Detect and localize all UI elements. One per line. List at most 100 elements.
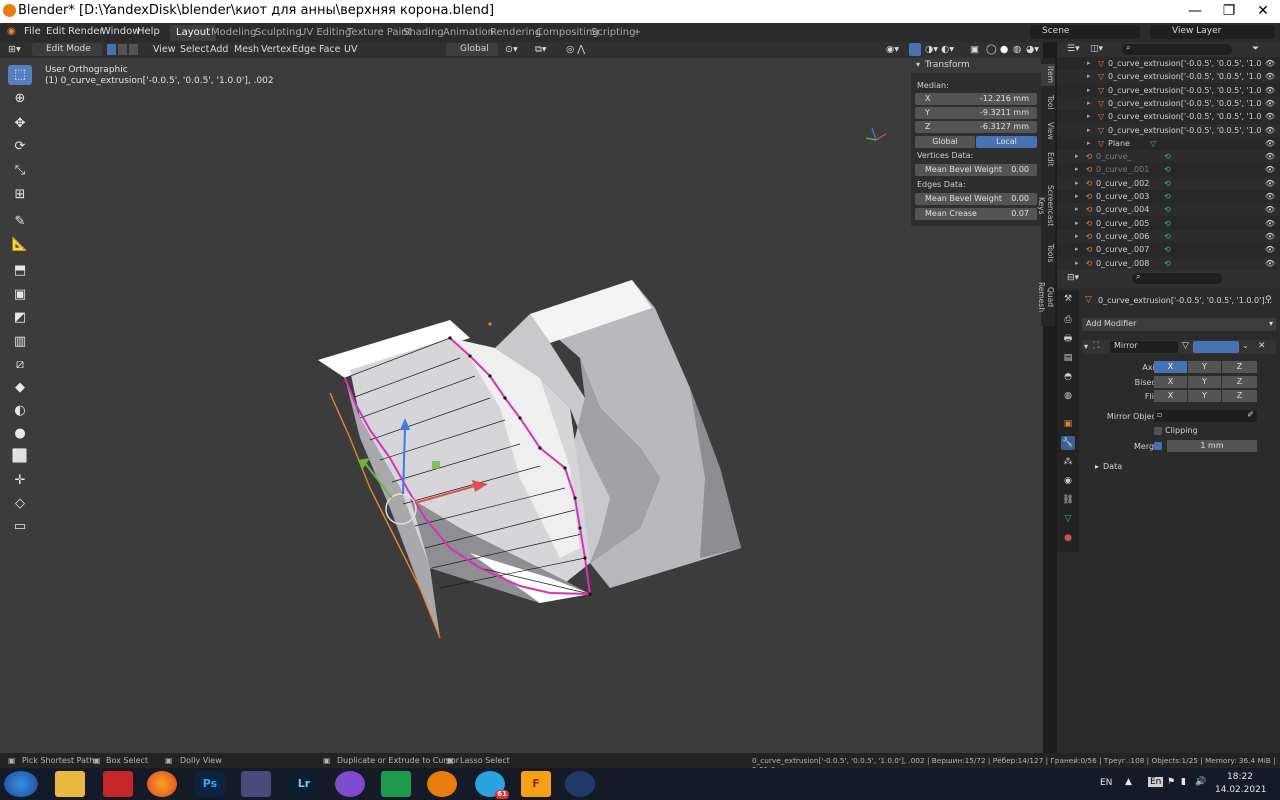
outliner-search-input[interactable]: ⌕ xyxy=(1122,43,1232,55)
view-layer-selector[interactable]: View Layer xyxy=(1150,25,1275,39)
app-swoosh-icon[interactable] xyxy=(565,771,595,797)
mode-selector[interactable]: Edit Mode xyxy=(32,43,102,56)
close-button[interactable]: ✕ xyxy=(1246,0,1280,22)
expand-arrow-icon[interactable]: ▸ xyxy=(1087,110,1091,123)
menu-mesh[interactable]: Mesh xyxy=(234,44,259,55)
add-workspace-button[interactable]: + xyxy=(627,25,647,41)
visibility-eye-icon[interactable]: 👁 xyxy=(1265,84,1275,97)
properties-editor-icon[interactable]: ⊟▾ xyxy=(1067,273,1079,283)
menu-help[interactable]: Help xyxy=(137,26,160,37)
mirror-object-field[interactable]: ▫ ✐ xyxy=(1154,410,1257,422)
visibility-eye-icon[interactable]: 👁 xyxy=(1265,124,1275,137)
median-x-field[interactable]: X -12.216 mm xyxy=(915,93,1037,105)
cursor-icon[interactable]: ⊕ xyxy=(8,89,32,109)
lightroom-icon[interactable]: Lr xyxy=(289,771,319,797)
scene-selector[interactable]: Scene xyxy=(1030,25,1140,39)
visibility-eye-icon[interactable]: 👁 xyxy=(1265,57,1275,70)
proportional-edit-icon[interactable]: ◎ ⋀ xyxy=(566,44,585,55)
data-subpanel-expand-icon[interactable]: ▸ xyxy=(1095,462,1099,471)
outliner-editor-icon[interactable]: ☰▾ xyxy=(1067,44,1080,54)
xray-icon[interactable]: ▣ xyxy=(970,44,979,55)
spin-icon[interactable]: ◐ xyxy=(8,401,32,421)
menu-window[interactable]: Window xyxy=(101,26,140,37)
editor-type-icon[interactable]: ⊞▾ xyxy=(8,44,21,55)
expand-arrow-icon[interactable]: ▸ xyxy=(1075,177,1079,190)
visibility-eye-icon[interactable]: 👁 xyxy=(1265,110,1275,123)
expand-arrow-icon[interactable]: ▸ xyxy=(1075,217,1079,230)
expand-arrow-icon[interactable]: ▸ xyxy=(1075,230,1079,243)
shear-icon[interactable]: ✛ xyxy=(8,471,32,491)
edge-slide-icon[interactable]: ▭ xyxy=(8,517,32,537)
view-object-types-icon[interactable]: ◉▾ xyxy=(886,44,899,55)
vertex-select-icon[interactable] xyxy=(107,44,116,55)
visibility-eye-icon[interactable]: 👁 xyxy=(1265,137,1275,150)
maximize-button[interactable]: ❐ xyxy=(1212,0,1246,22)
axis-z-toggle[interactable]: Z xyxy=(1222,361,1257,373)
firefox-icon[interactable] xyxy=(147,771,177,797)
tab-tool[interactable]: Tool xyxy=(1041,92,1055,112)
minimize-button[interactable]: — xyxy=(1178,0,1212,22)
edit-mode-toggle-icon[interactable]: ▽ xyxy=(1182,341,1189,351)
tab-edit[interactable]: Edit xyxy=(1041,150,1055,168)
telegram-icon[interactable]: 61 xyxy=(475,771,509,799)
pin-icon[interactable]: ⚲ xyxy=(1265,295,1272,305)
modifier-name-field[interactable]: Mirror xyxy=(1110,341,1178,353)
constraints-tab-icon[interactable]: ⛓ xyxy=(1061,493,1075,507)
data-tab-icon[interactable]: ▽ xyxy=(1061,512,1075,526)
blender-taskbar-icon[interactable] xyxy=(427,771,457,797)
menu-edit[interactable]: Edit xyxy=(46,26,65,37)
loopcut-icon[interactable]: ▥ xyxy=(8,332,32,352)
move-icon[interactable]: ✥ xyxy=(8,114,32,134)
viber-icon[interactable] xyxy=(335,771,365,797)
axis-y-toggle[interactable]: Y xyxy=(1188,361,1221,373)
outliner-row[interactable]: ▸ ⟲ 0_curve_.008 ⟲ 👁 xyxy=(1057,256,1280,270)
inset-icon[interactable]: ▣ xyxy=(8,285,32,305)
merge-checkbox[interactable] xyxy=(1154,442,1162,450)
flip-y-toggle[interactable]: Y xyxy=(1188,390,1221,402)
outliner-row[interactable]: ▸ ⟲ 0_curve_.006 ⟲ 👁 xyxy=(1057,229,1280,243)
visibility-eye-icon[interactable]: 👁 xyxy=(1265,257,1275,270)
add-modifier-button[interactable]: Add Modifier ▾ xyxy=(1082,318,1276,331)
median-y-field[interactable]: Y -9.3211 mm xyxy=(915,107,1037,119)
data-subpanel-label[interactable]: Data xyxy=(1103,462,1122,471)
save-app-icon[interactable] xyxy=(241,771,271,797)
gizmo-toggle-icon[interactable] xyxy=(909,43,921,56)
knife-icon[interactable]: ⧄ xyxy=(8,355,32,375)
outliner-row[interactable]: ▸ ⟲ 0_curve_.003 ⟲ 👁 xyxy=(1057,190,1280,203)
polybuild-icon[interactable]: ◆ xyxy=(8,378,32,398)
shrink-icon[interactable]: ⬜ xyxy=(8,447,32,467)
solid-shading-icon[interactable]: ● xyxy=(1000,44,1008,55)
menu-face[interactable]: Face xyxy=(319,44,340,55)
menu-add[interactable]: Add xyxy=(210,44,228,55)
display-mode-icon[interactable]: ◫▾ xyxy=(1090,44,1103,54)
tab-screencast-keys[interactable]: Screencast Keys xyxy=(1037,176,1055,236)
tab-view[interactable]: View xyxy=(1041,120,1055,142)
local-toggle[interactable]: Local xyxy=(976,136,1037,148)
outliner-row[interactable]: ▸ ▽ 0_curve_extrusion['-0.0.5', '0.0.5', '… xyxy=(1057,110,1280,123)
visibility-eye-icon[interactable]: 👁 xyxy=(1265,190,1275,203)
tab-item[interactable]: Item xyxy=(1041,64,1055,86)
flip-x-toggle[interactable]: X xyxy=(1154,390,1187,402)
render-tab-icon[interactable]: ⎙ xyxy=(1061,313,1075,327)
outliner-row[interactable]: ▸ ⟲ 0_curve_.002 ⟲ 👁 xyxy=(1057,176,1280,190)
outliner-row[interactable]: ▸ ▽ Plane ▽ 👁 xyxy=(1057,137,1280,150)
overlay-toggle-icon[interactable]: ◐▾ xyxy=(941,44,954,55)
expand-arrow-icon[interactable]: ▸ xyxy=(1075,203,1079,216)
modifier-visibility-toggles[interactable] xyxy=(1193,341,1239,353)
expand-arrow-icon[interactable]: ▸ xyxy=(1087,57,1091,70)
start-button-icon[interactable] xyxy=(4,771,38,797)
flip-z-toggle[interactable]: Z xyxy=(1222,390,1257,402)
rendered-shading-icon[interactable]: ◕▾ xyxy=(1026,44,1039,55)
visibility-eye-icon[interactable]: 👁 xyxy=(1265,70,1275,83)
flag-icon[interactable]: ⚑ xyxy=(1167,777,1175,787)
expand-arrow-icon[interactable]: ▸ xyxy=(1087,124,1091,137)
world-tab-icon[interactable]: ◍ xyxy=(1061,389,1075,403)
expand-arrow-icon[interactable]: ▸ xyxy=(1075,150,1079,163)
axis-x-toggle[interactable]: X xyxy=(1154,361,1187,373)
collapse-icon[interactable]: ▾ xyxy=(1084,342,1088,351)
utorrent-icon[interactable] xyxy=(381,771,411,797)
file-explorer-icon[interactable] xyxy=(55,771,85,797)
output-tab-icon[interactable]: 🖶 xyxy=(1061,332,1075,346)
eyedropper-icon[interactable]: ✐ xyxy=(1247,410,1254,419)
bevel-icon[interactable]: ◩ xyxy=(8,308,32,328)
